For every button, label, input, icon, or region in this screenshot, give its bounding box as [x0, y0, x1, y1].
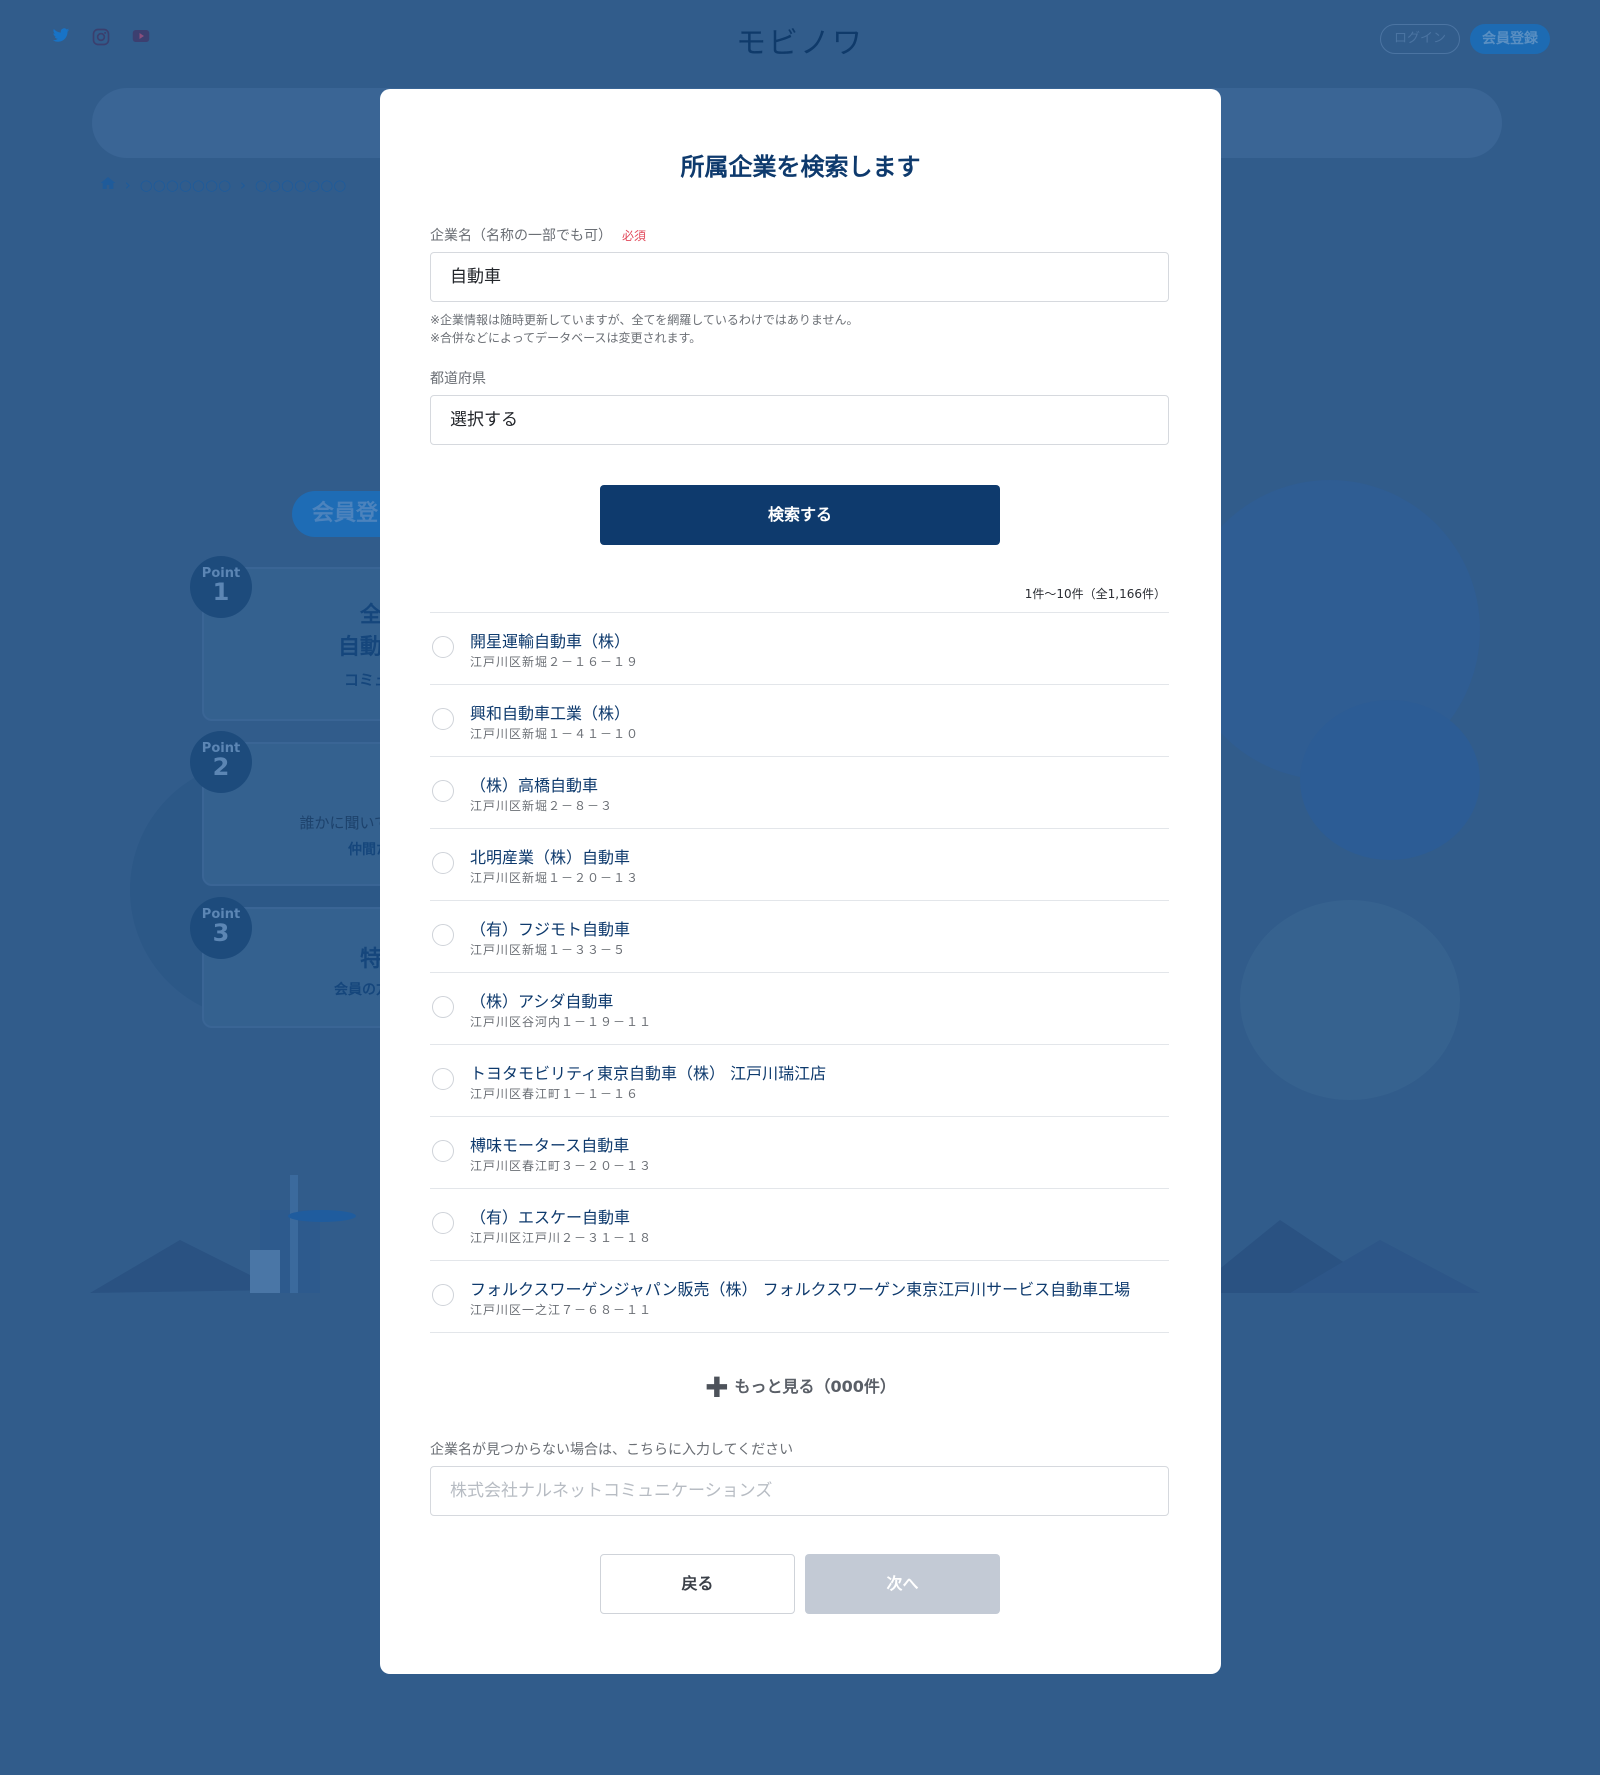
result-row[interactable]: （有）エスケー自動車江戸川区江戸川２－３１－１８: [430, 1189, 1169, 1261]
result-row[interactable]: トヨタモビリティ東京自動車（株） 江戸川瑞江店江戸川区春江町１－１－１６: [430, 1045, 1169, 1117]
company-address: 江戸川区春江町１－１－１６: [470, 1087, 640, 1101]
company-address: 江戸川区新堀１－２０－１３: [470, 871, 640, 885]
result-row[interactable]: （株）高橋自動車江戸川区新堀２－８－３: [430, 757, 1169, 829]
company-address: 江戸川区新堀１－３３－５: [470, 943, 627, 957]
company-name-label-text: 企業名（名称の一部でも可）: [430, 228, 612, 244]
company-address: 江戸川区一之江７－６８－１１: [470, 1303, 653, 1317]
company-address: 江戸川区春江町３－２０－１３: [470, 1159, 653, 1173]
point-subtitle: コミュニ: [343, 671, 404, 689]
prefecture-label: 都道府県: [430, 371, 486, 387]
point-badge: Point 3: [190, 897, 252, 959]
radio-button[interactable]: [432, 780, 454, 802]
company-name: （株）アシダ自動車: [470, 992, 614, 1011]
point-title: 自動車: [337, 635, 404, 660]
company-name: （有）フジモト自動車: [470, 920, 631, 939]
modal-title: 所属企業を検索します: [680, 153, 921, 181]
login-button[interactable]: ログイン: [1380, 24, 1460, 54]
decorative-shape: [1240, 900, 1460, 1100]
plus-icon: ✚: [705, 1371, 729, 1404]
result-row[interactable]: 榑味モータース自動車江戸川区春江町３－２０－１３: [430, 1117, 1169, 1189]
site-logo[interactable]: モビノワ: [0, 18, 1600, 62]
result-row[interactable]: 北明産業（株）自動車江戸川区新堀１－２０－１３: [430, 829, 1169, 901]
chevron-right-icon: ›: [239, 176, 246, 194]
radio-button[interactable]: [432, 1212, 454, 1234]
manual-company-input[interactable]: 株式会社ナルネットコミュニケーションズ: [430, 1466, 1169, 1516]
radio-button[interactable]: [432, 1140, 454, 1162]
note-line: ※企業情報は随時更新していますが、全てを網羅しているわけではありません。: [430, 313, 859, 327]
radio-button[interactable]: [432, 996, 454, 1018]
company-notes: ※企業情報は随時更新していますが、全てを網羅しているわけではありません。 ※合併…: [430, 311, 859, 347]
company-address: 江戸川区新堀１－４１－１０: [470, 727, 640, 741]
company-name-label: 企業名（名称の一部でも可） 必須: [430, 225, 646, 245]
show-more-label: もっと見る（000件）: [734, 1377, 896, 1396]
result-row[interactable]: フォルクスワーゲンジャパン販売（株） フォルクスワーゲン東京江戸川サービス自動車…: [430, 1261, 1169, 1333]
company-address: 江戸川区谷河内１－１９－１１: [470, 1015, 653, 1029]
company-name: フォルクスワーゲンジャパン販売（株） フォルクスワーゲン東京江戸川サービス自動車…: [470, 1280, 1131, 1299]
company-name: 開星運輸自動車（株）: [470, 632, 631, 651]
manual-entry-label: 企業名が見つからない場合は、こちらに入力してください: [430, 1442, 794, 1458]
radio-button[interactable]: [432, 708, 454, 730]
back-button[interactable]: 戻る: [600, 1554, 795, 1614]
company-name: 北明産業（株）自動車: [470, 848, 631, 867]
radio-button[interactable]: [432, 636, 454, 658]
company-address: 江戸川区新堀２－１６－１９: [470, 655, 640, 669]
company-name: 榑味モータース自動車: [470, 1136, 630, 1155]
company-name-input[interactable]: 自動車: [430, 252, 1169, 302]
home-icon[interactable]: [100, 176, 121, 194]
result-row[interactable]: 開星運輸自動車（株） 江戸川区新堀２－１６－１９: [430, 613, 1169, 685]
breadcrumb-item[interactable]: ○○○○○○○: [140, 176, 232, 194]
next-button[interactable]: 次へ: [805, 1554, 1000, 1614]
company-address: 江戸川区新堀２－８－３: [470, 799, 614, 813]
search-button[interactable]: 検索する: [600, 485, 1000, 545]
point-subtitle: 会員の方限: [334, 982, 404, 998]
note-line: ※合併などによってデータベースは変更されます。: [430, 331, 702, 345]
site-header: モビノワ ログイン 会員登録: [0, 0, 1600, 80]
company-name: 興和自動車工業（株）: [470, 704, 631, 723]
decorative-shape: [1300, 700, 1480, 860]
company-name: （株）高橋自動車: [470, 776, 599, 795]
prefecture-select[interactable]: 選択する: [430, 395, 1169, 445]
show-more-button[interactable]: ✚ もっと見る（000件）: [380, 1371, 1221, 1404]
breadcrumb-item[interactable]: ○○○○○○○: [255, 176, 347, 194]
point-title: 誰かに聞いてほ: [299, 814, 404, 832]
register-button[interactable]: 会員登録: [1470, 24, 1550, 54]
company-address: 江戸川区江戸川２－３１－１８: [470, 1231, 653, 1245]
result-row[interactable]: 興和自動車工業（株） 江戸川区新堀１－４１－１０: [430, 685, 1169, 757]
point-subtitle: 仲間たち: [348, 842, 404, 858]
point-badge: Point 1: [190, 556, 252, 618]
company-search-modal: 所属企業を検索します 企業名（名称の一部でも可） 必須 自動車 ※企業情報は随時更…: [380, 89, 1221, 1674]
radio-button[interactable]: [432, 852, 454, 874]
chevron-right-icon: ›: [124, 176, 131, 194]
result-count: 1件〜10件（全1,166件）: [1024, 587, 1166, 601]
result-row[interactable]: （有）フジモト自動車江戸川区新堀１－３３－５: [430, 901, 1169, 973]
result-row[interactable]: （株）アシダ自動車江戸川区谷河内１－１９－１１: [430, 973, 1169, 1045]
point-badge: Point 2: [190, 731, 252, 793]
company-name: トヨタモビリティ東京自動車（株） 江戸川瑞江店: [470, 1064, 827, 1083]
radio-button[interactable]: [432, 1284, 454, 1306]
radio-button[interactable]: [432, 924, 454, 946]
required-badge: 必須: [622, 229, 647, 243]
result-list: 開星運輸自動車（株） 江戸川区新堀２－１６－１９ 興和自動車工業（株） 江戸川区新堀…: [430, 612, 1169, 1333]
breadcrumb: › ○○○○○○○ › ○○○○○○○: [100, 176, 346, 194]
radio-button[interactable]: [432, 1068, 454, 1090]
company-name: （有）エスケー自動車: [470, 1208, 631, 1227]
